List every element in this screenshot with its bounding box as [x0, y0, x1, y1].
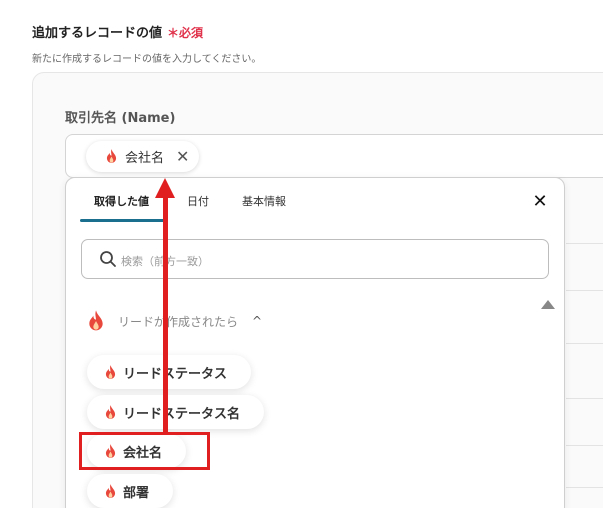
list-item-label: 部署 [123, 485, 150, 501]
tab-date[interactable]: 日付 [187, 193, 209, 209]
search-icon [100, 251, 116, 267]
annotation-arrow-shaft [163, 196, 168, 435]
trigger-group-header[interactable]: リードが作成されたら ^ [88, 308, 262, 334]
section-description: 新たに作成するレコードの値を入力してください。 [32, 54, 262, 65]
section-title: 追加するレコードの値 [32, 26, 163, 41]
list-item-lead-status[interactable]: リードステータス [87, 355, 252, 389]
list-item-label: リードステータス名 [123, 406, 241, 422]
tab-basic-info[interactable]: 基本情報 [242, 193, 286, 209]
selected-value-chip[interactable]: 会社名 ✕ [86, 141, 200, 172]
highlight-box [79, 432, 210, 470]
scroll-up-arrow-icon[interactable] [541, 300, 555, 309]
chip-remove-icon[interactable]: ✕ [176, 148, 189, 165]
list-item-department[interactable]: 部署 [87, 474, 174, 508]
flame-icon [105, 483, 116, 498]
active-tab-indicator [80, 219, 168, 222]
group-label: リードが作成されたら [118, 314, 239, 329]
field-label: 取引先名 (Name) [65, 111, 176, 126]
flame-icon [105, 404, 116, 419]
flame-icon [106, 149, 117, 163]
list-item-lead-status-name[interactable]: リードステータス名 [87, 395, 265, 429]
list-item-label: リードステータス [123, 366, 228, 382]
annotation-arrow-head [155, 178, 175, 198]
flame-icon [89, 310, 103, 331]
close-icon[interactable]: ✕ [530, 192, 550, 212]
flame-icon [105, 364, 116, 379]
tab-acquired-values[interactable]: 取得した値 [94, 193, 149, 209]
chip-label: 会社名 [125, 151, 165, 166]
chevron-up-icon[interactable]: ^ [252, 314, 262, 328]
section-heading: 追加するレコードの値 ＊必須 [32, 22, 203, 41]
required-badge: ＊必須 [167, 26, 204, 40]
